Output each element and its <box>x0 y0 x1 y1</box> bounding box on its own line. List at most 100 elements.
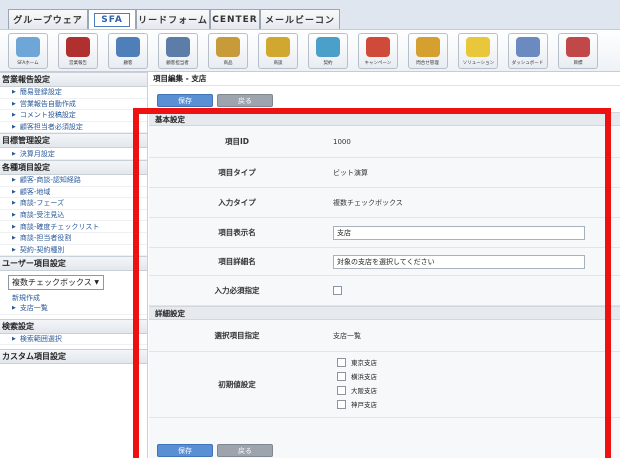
field-type-select[interactable]: 複数チェックボックス ▼ <box>8 275 104 291</box>
sidebar-item[interactable]: ▶ 商談-担当者役割 <box>0 233 147 245</box>
toolbar-label: ダッシュボード <box>512 60 544 66</box>
settings-sidebar: 営業報告設定 ▶ 簡易登録設定 ▶ 営業報告自動作成 ▶ コメント投稿設定 ▶ 顧客担当… <box>0 72 148 458</box>
sidebar-item-label: 顧客-商談-認知経路 <box>19 176 81 185</box>
arrow-right-icon: ▶ <box>12 235 16 242</box>
sidebar-section-title: 営業報告設定 <box>0 72 147 87</box>
save-button[interactable]: 保存 <box>157 94 213 107</box>
toolbar-sales-report-button[interactable]: 営業報告 <box>58 33 98 69</box>
sidebar-item-label: 商談-確度チェックリスト <box>19 222 100 231</box>
sidebar-item-label: 顧客-地域 <box>19 187 51 196</box>
toolbar-target-button[interactable]: 目標 <box>558 33 598 69</box>
toolbar-campaign-button[interactable]: キャンペーン <box>358 33 398 69</box>
toolbar-label: ソリューション <box>462 60 494 66</box>
people-icon <box>166 37 190 57</box>
toolbar-inquiry-button[interactable]: 問合せ管理 <box>408 33 448 69</box>
sidebar-item-label: 商談-受注見込 <box>19 211 65 220</box>
toolbar-customer-button[interactable]: 顧客 <box>108 33 148 69</box>
tab-label: CENTER <box>212 14 258 25</box>
sidebar-section-title: ユーザー項目設定 <box>0 256 147 272</box>
sidebar-item[interactable]: ▶ 商談-受注見込 <box>0 210 147 222</box>
tab-label: SFA <box>94 12 130 27</box>
sidebar-item[interactable]: ▶ 顧客担当者必須設定 <box>0 122 147 134</box>
person-icon <box>116 37 140 57</box>
sidebar-item-label: 支店一覧 <box>19 304 48 313</box>
toolbar-label: 営業報告 <box>68 60 87 66</box>
tab-mailbeacon[interactable]: メールビーコン <box>260 9 340 29</box>
toolbar-label: 顧客 <box>123 60 133 66</box>
sidebar-item[interactable]: ▶ 検索範囲選択 <box>0 334 147 346</box>
toolbar-product-button[interactable]: 商品 <box>208 33 248 69</box>
tab-label: グループウェア <box>13 16 83 26</box>
back-button[interactable]: 戻る <box>217 94 273 107</box>
sidebar-item[interactable]: ▶ 顧客-地域 <box>0 187 147 199</box>
inbox-icon <box>416 37 440 57</box>
tab-groupware[interactable]: グループウェア <box>8 9 88 29</box>
tab-label: リードフォーム <box>138 16 208 26</box>
toolbar-sfa-home-button[interactable]: SFAホーム <box>8 33 48 69</box>
sidebar-item[interactable]: ▶ 商談-確度チェックリスト <box>0 221 147 233</box>
arrow-right-icon: ▶ <box>12 150 16 157</box>
toolbar-label: 問合せ管理 <box>416 60 440 66</box>
sidebar-item-label: 営業報告自動作成 <box>19 99 76 108</box>
sidebar-item[interactable]: ▶ 決算月設定 <box>0 148 147 160</box>
tab-label: メールビーコン <box>264 16 335 26</box>
arrow-right-icon: ▶ <box>12 246 16 253</box>
toolbar-label: SFAホーム <box>17 60 39 66</box>
tab-leadform[interactable]: リードフォーム <box>136 9 210 29</box>
target-icon <box>366 37 390 57</box>
sidebar-item-label: コメント投稿設定 <box>19 111 76 120</box>
tab-sfa[interactable]: SFA <box>88 9 136 29</box>
sidebar-section-title: カスタム項目設定 <box>0 349 147 365</box>
arrow-right-icon: ▶ <box>12 89 16 96</box>
sidebar-item-label: 検索範囲選択 <box>19 335 62 344</box>
sidebar-item[interactable]: ▶ 契約-契約種別 <box>0 245 147 257</box>
pen-icon <box>316 37 340 57</box>
sidebar-section-title: 各種項目設定 <box>0 159 147 175</box>
select-value: 複数チェックボックス <box>12 278 92 288</box>
page-title: 項目編集 - 支店 <box>149 72 620 86</box>
toolbar-label: 目標 <box>573 60 583 66</box>
toolbar-customer-contact-button[interactable]: 顧客担当者 <box>158 33 198 69</box>
bulb-icon <box>466 37 490 57</box>
arrow-right-icon: ▶ <box>12 112 16 119</box>
arrow-right-icon: ▶ <box>12 177 16 184</box>
sidebar-item-label: 契約-契約種別 <box>19 245 65 254</box>
sidebar-item[interactable]: ▶ 簡易登録設定 <box>0 87 147 99</box>
arrow-right-icon: ▶ <box>12 223 16 230</box>
dashboard-icon <box>516 37 540 57</box>
sidebar-item[interactable]: ▶ 商談-フェーズ <box>0 198 147 210</box>
arrow-right-icon: ▶ <box>12 200 16 207</box>
arrow-right-icon: ▶ <box>12 188 16 195</box>
sidebar-item-label: 決算月設定 <box>19 149 55 158</box>
toolbar-label: 顧客担当者 <box>166 60 190 66</box>
sidebar-item[interactable]: ▶ 支店一覧 <box>0 303 147 315</box>
sidebar-item-label: 簡易登録設定 <box>19 88 62 97</box>
new-item-link[interactable]: 新規作成 <box>0 292 147 303</box>
highlight-box <box>133 108 611 458</box>
sidebar-item-label: 顧客担当者必須設定 <box>19 123 83 132</box>
top-tab-bar: グループウェア SFA リードフォーム CENTER メールビーコン <box>0 0 620 30</box>
tab-center[interactable]: CENTER <box>210 9 260 29</box>
arrow-right-icon: ▶ <box>12 212 16 219</box>
check-icon <box>66 37 90 57</box>
sidebar-item[interactable]: ▶ 顧客-商談-認知経路 <box>0 175 147 187</box>
house-icon <box>16 37 40 57</box>
sidebar-item[interactable]: ▶ コメント投稿設定 <box>0 110 147 122</box>
sidebar-item-label: 商談-フェーズ <box>19 199 65 208</box>
chevron-down-icon: ▼ <box>94 279 99 287</box>
toolbar-label: 商品 <box>223 60 233 66</box>
icon-toolbar: SFAホーム 営業報告 顧客 顧客担当者 商品 商談 契約 キャンペーン 問合せ… <box>0 30 620 72</box>
toolbar-dashboard-button[interactable]: ダッシュボード <box>508 33 548 69</box>
sidebar-section-title: 目標管理設定 <box>0 133 147 149</box>
arrow-right-icon: ▶ <box>12 305 16 312</box>
toolbar-label: キャンペーン <box>364 60 392 66</box>
chart-icon <box>566 37 590 57</box>
toolbar-deal-button[interactable]: 商談 <box>258 33 298 69</box>
toolbar-label: 商談 <box>273 60 283 66</box>
sidebar-item-label: 商談-担当者役割 <box>19 234 72 243</box>
toolbar-solution-button[interactable]: ソリューション <box>458 33 498 69</box>
handshake-icon <box>266 37 290 57</box>
toolbar-label: 契約 <box>323 60 333 66</box>
toolbar-contract-button[interactable]: 契約 <box>308 33 348 69</box>
sidebar-item[interactable]: ▶ 営業報告自動作成 <box>0 99 147 111</box>
